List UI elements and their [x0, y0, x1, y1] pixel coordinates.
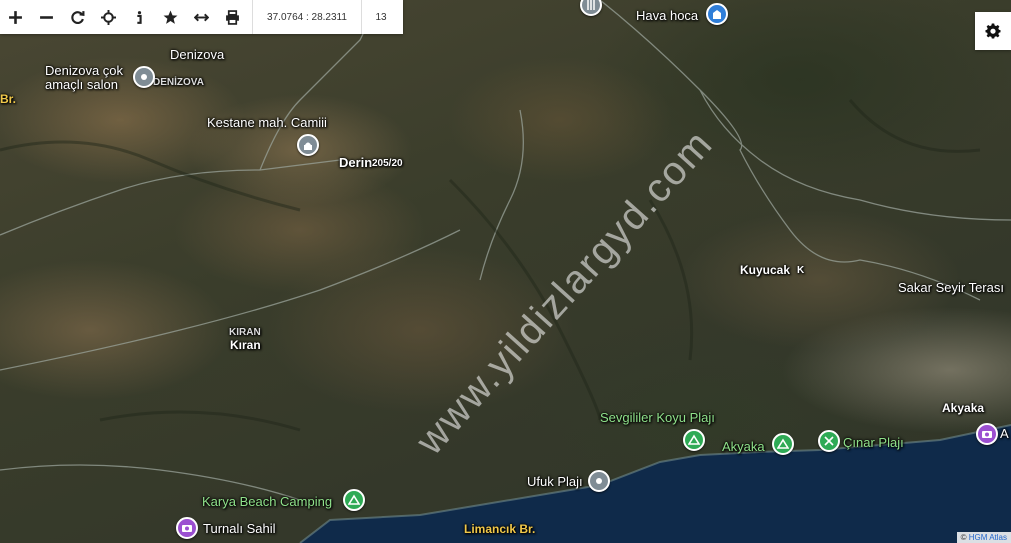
zoom-out-button[interactable] — [31, 0, 62, 34]
mosque-icon — [304, 142, 312, 150]
map-attribution: © HGM Atlas — [956, 532, 1011, 543]
printer-icon — [226, 9, 239, 25]
picnic-marker-cinar[interactable] — [818, 430, 840, 452]
poi-marker-camii[interactable] — [297, 134, 319, 156]
refresh-button[interactable] — [62, 0, 93, 34]
poi-label-cinar: Çınar Plajı — [843, 435, 904, 450]
circle-pin-icon — [141, 74, 147, 80]
plus-icon — [9, 10, 22, 24]
photo-marker-akyaka[interactable] — [976, 423, 998, 445]
locate-button[interactable] — [93, 0, 124, 34]
settings-button[interactable] — [975, 12, 1011, 50]
camera-icon — [182, 525, 192, 532]
print-button[interactable] — [217, 0, 248, 34]
satellite-map[interactable]: Denizova Denizova çok amaçlı salon DENİZ… — [0, 0, 1011, 543]
tent-icon — [688, 434, 700, 445]
poi-marker-hava-hoca[interactable] — [706, 3, 728, 25]
arrows-horizontal-icon — [194, 13, 209, 21]
star-icon — [163, 10, 178, 24]
restaurant-icon — [587, 0, 595, 10]
info-icon — [137, 10, 142, 24]
camera-icon — [982, 431, 992, 438]
favorite-button[interactable] — [155, 0, 186, 34]
measure-button[interactable] — [186, 0, 217, 34]
minus-icon — [40, 15, 53, 19]
place-label-kiran: Kıran — [230, 338, 261, 352]
place-label-kiran-caps: KIRAN — [229, 327, 261, 338]
poi-label-turnali: Turnalı Sahil — [203, 521, 276, 536]
crosshair-icon — [101, 9, 116, 25]
map-toolbar: 37.0764 : 28.2311 13 — [0, 0, 403, 34]
tent-icon — [777, 438, 789, 449]
circle-pin-icon — [596, 478, 602, 484]
attribution-prefix: © — [960, 533, 969, 542]
place-label-kuyucak: Kuyucak — [740, 263, 791, 277]
poi-label-karya: Karya Beach Camping — [202, 494, 333, 509]
zoom-in-button[interactable] — [0, 0, 31, 34]
coordinates-display: 37.0764 : 28.2311 — [252, 0, 362, 34]
refresh-icon — [71, 10, 85, 24]
poi-label-sakar: Sakar Seyir Terası — [898, 280, 1004, 295]
building-icon — [713, 10, 721, 19]
place-label-denizova-caps: DENİZOVA — [153, 77, 204, 88]
photo-marker-turnali[interactable] — [176, 517, 198, 539]
poi-label-akyaka-beach: Akyaka — [722, 439, 765, 454]
gear-icon — [985, 23, 1001, 39]
bridge-label-left: Br. — [0, 92, 17, 106]
camp-marker-akyaka[interactable] — [772, 433, 794, 455]
tent-icon — [348, 494, 360, 505]
camp-marker-sevgililer[interactable] — [683, 429, 705, 451]
poi-marker-ufuk[interactable] — [588, 470, 610, 492]
info-button[interactable] — [124, 0, 155, 34]
place-label-derin: Derin — [339, 155, 373, 170]
place-label-denizova: Denizova — [170, 47, 225, 62]
poi-label-kestane-camii: Kestane mah. Camiii — [207, 115, 327, 130]
poi-label-sevgililer: Sevgililer Koyu Plajı — [600, 410, 715, 425]
zoom-level-display: 13 — [375, 11, 387, 23]
bridge-label-limancik: Limancık Br. — [464, 522, 536, 536]
place-label-akyaka-town: Akyaka — [942, 401, 985, 415]
camp-marker-karya[interactable] — [343, 489, 365, 511]
place-label-kuyucak-k: K — [797, 265, 805, 276]
poi-marker-salon[interactable] — [133, 66, 155, 88]
attribution-link[interactable]: HGM Atlas — [969, 533, 1007, 542]
road-number-label: 205/20 — [372, 158, 403, 169]
poi-label-denizova-salon: Denizova çok amaçlı salon — [45, 63, 124, 92]
place-label-partial: A — [1000, 426, 1009, 441]
tools-icon — [824, 436, 834, 446]
poi-label-ufuk: Ufuk Plajı — [527, 474, 583, 489]
poi-label-hava-hoca: Hava hoca — [636, 8, 699, 23]
